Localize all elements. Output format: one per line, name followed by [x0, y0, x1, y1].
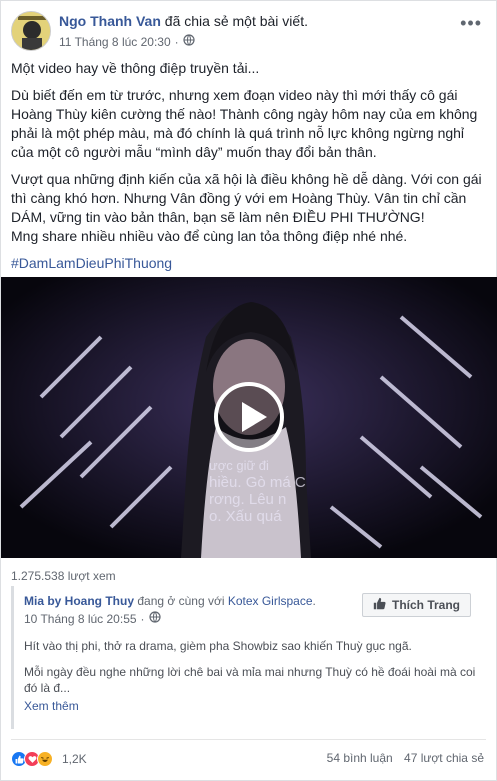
like-page-label: Thích Trang — [392, 598, 461, 612]
comments-count-link[interactable]: 54 bình luận — [327, 751, 393, 765]
globe-icon — [148, 611, 161, 626]
post-paragraph: Dù biết đến em từ trước, nhưng xem đoạn … — [11, 87, 478, 160]
reaction-summary[interactable]: 1,2K — [11, 751, 87, 767]
thumbs-up-icon — [373, 597, 386, 613]
post-paragraph: Một video hay về thông điệp truyền tải..… — [11, 60, 260, 76]
shared-meta: 10 Tháng 8 lúc 20:55 · — [24, 611, 161, 626]
more-options-icon[interactable]: ••• — [460, 13, 482, 34]
shared-post: Mia by Hoang Thuy đang ở cùng với Kotex … — [11, 586, 488, 729]
engagement-stats: 54 bình luận 47 lượt chia sẻ — [319, 751, 484, 765]
post-card: Ngo Thanh Van đã chia sẻ một bài viết. 1… — [0, 0, 497, 781]
video-overlay-text: hiều. Gò má C — [209, 474, 306, 491]
hashtag-link[interactable]: #DamLamDieuPhiThuong — [11, 255, 172, 271]
shared-paragraph: Mỗi ngày đều nghe những lời chê bai và m… — [24, 665, 476, 695]
like-page-button[interactable]: Thích Trang — [362, 593, 472, 617]
shared-author-link[interactable]: Mia by Hoang Thuy — [24, 594, 134, 608]
post-body: Một video hay về thông điệp truyền tải..… — [11, 59, 489, 281]
video-player[interactable]: ược giữ đi hiều. Gò má C rơng. Lêu n o. … — [1, 277, 497, 558]
shared-paragraph: Hít vào thị phi, thở ra drama, gièm pha … — [24, 639, 412, 653]
video-overlay-text: o. Xấu quá — [209, 508, 282, 525]
shares-count-link[interactable]: 47 lượt chia sẻ — [404, 751, 484, 765]
video-overlay-text: rơng. Lêu n — [209, 491, 287, 508]
reaction-count: 1,2K — [62, 752, 87, 766]
post-action-text: đã chia sẻ một bài viết. — [164, 13, 308, 29]
shared-header: Mia by Hoang Thuy đang ở cùng với Kotex … — [24, 594, 316, 608]
footer-divider — [11, 739, 486, 740]
author-name-link[interactable]: Ngo Thanh Van — [59, 13, 161, 29]
haha-reaction-icon — [37, 751, 53, 767]
post-header: Ngo Thanh Van đã chia sẻ một bài viết. — [59, 13, 308, 29]
meta-separator: · — [140, 611, 145, 626]
shared-with-text: đang ở cùng với — [137, 594, 225, 608]
post-timestamp[interactable]: 11 Tháng 8 lúc 20:30 — [59, 35, 171, 49]
shared-body: Hít vào thị phi, thở ra drama, gièm pha … — [24, 638, 479, 714]
shared-header-dot: . — [312, 594, 316, 608]
author-avatar[interactable] — [11, 11, 51, 51]
play-icon — [242, 402, 267, 432]
view-count: 1.275.538 lượt xem — [11, 569, 116, 583]
globe-icon — [183, 34, 195, 49]
tagged-page-link[interactable]: Kotex Girlspace — [228, 594, 313, 608]
see-more-link[interactable]: Xem thêm — [24, 699, 79, 713]
play-button[interactable] — [214, 382, 284, 452]
video-overlay-text: ược giữ đi — [209, 458, 269, 473]
meta-separator: · — [174, 34, 179, 49]
post-paragraph: Vượt qua những định kiến của xã hội là đ… — [11, 171, 482, 244]
post-meta: 11 Tháng 8 lúc 20:30 · — [59, 34, 195, 49]
shared-timestamp[interactable]: 10 Tháng 8 lúc 20:55 — [24, 612, 137, 626]
